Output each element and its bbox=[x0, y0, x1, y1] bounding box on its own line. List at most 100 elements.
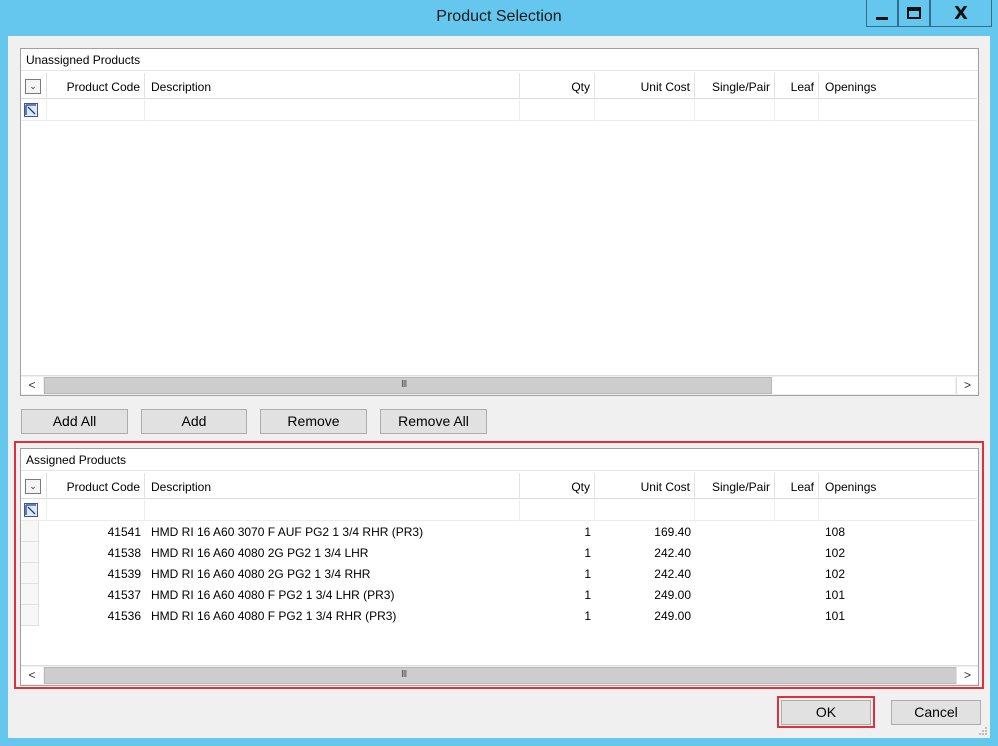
filter-icon[interactable] bbox=[24, 503, 38, 517]
header-product-code[interactable]: Product Code bbox=[47, 473, 145, 499]
window-title: Product Selection bbox=[436, 8, 562, 25]
remove-button[interactable]: Remove bbox=[260, 409, 367, 434]
filter-cell[interactable] bbox=[21, 100, 47, 121]
header-openings[interactable]: Openings bbox=[819, 73, 977, 99]
header-single-pair[interactable]: Single/Pair bbox=[695, 473, 775, 499]
column-chooser-cell: ⌄ bbox=[21, 473, 47, 499]
header-openings[interactable]: Openings bbox=[819, 473, 977, 499]
cell-product-code: 41538 bbox=[107, 546, 141, 560]
filter-qty[interactable] bbox=[520, 100, 595, 121]
assigned-products-title: Assigned Products bbox=[21, 449, 978, 471]
header-qty[interactable]: Qty bbox=[520, 473, 595, 499]
column-chooser-cell: ⌄ bbox=[21, 73, 47, 99]
unassigned-header-row: ⌄ Product Code Description Qty Unit Cost… bbox=[21, 73, 977, 99]
filter-description[interactable] bbox=[145, 500, 520, 521]
add-button[interactable]: Add bbox=[141, 409, 247, 434]
table-row[interactable]: 41541 HMD RI 16 A60 3070 F AUF PG2 1 3/4… bbox=[21, 521, 977, 542]
header-unit-cost[interactable]: Unit Cost bbox=[595, 73, 695, 99]
unassigned-products-title: Unassigned Products bbox=[21, 49, 978, 71]
row-selector[interactable] bbox=[21, 542, 39, 563]
cell-single-pair bbox=[695, 584, 775, 605]
table-row[interactable]: 41537 HMD RI 16 A60 4080 F PG2 1 3/4 LHR… bbox=[21, 584, 977, 605]
cancel-button[interactable]: Cancel bbox=[891, 700, 981, 725]
cell-qty: 1 bbox=[584, 567, 591, 581]
cell-qty: 1 bbox=[584, 546, 591, 560]
filter-description[interactable] bbox=[145, 100, 520, 121]
header-description[interactable]: Description bbox=[145, 473, 520, 499]
add-all-button[interactable]: Add All bbox=[21, 409, 128, 434]
scroll-thumb[interactable]: III bbox=[44, 377, 772, 394]
header-unit-cost[interactable]: Unit Cost bbox=[595, 473, 695, 499]
cell-description: HMD RI 16 A60 3070 F AUF PG2 1 3/4 RHR (… bbox=[151, 525, 424, 539]
row-selector[interactable] bbox=[21, 563, 39, 584]
table-row[interactable]: 41538 HMD RI 16 A60 4080 2G PG2 1 3/4 LH… bbox=[21, 542, 977, 563]
scroll-right-arrow[interactable]: > bbox=[956, 377, 978, 394]
row-selector[interactable] bbox=[21, 521, 39, 542]
header-leaf[interactable]: Leaf bbox=[775, 473, 819, 499]
unassigned-horizontal-scrollbar[interactable]: < III > bbox=[21, 375, 978, 395]
cell-qty: 1 bbox=[584, 609, 591, 623]
title-bar: Product Selection X bbox=[0, 0, 998, 36]
unassigned-products-panel: Unassigned Products ⌄ Product Code Descr… bbox=[20, 48, 979, 396]
cell-single-pair bbox=[695, 563, 775, 584]
cell-unit-cost: 169.40 bbox=[654, 525, 691, 539]
filter-icon[interactable] bbox=[24, 103, 38, 117]
cell-openings: 101 bbox=[825, 609, 846, 623]
ok-button[interactable]: OK bbox=[781, 700, 871, 725]
cell-openings: 108 bbox=[825, 525, 846, 539]
cell-openings: 102 bbox=[825, 567, 846, 581]
scroll-thumb[interactable]: III bbox=[44, 667, 972, 684]
filter-single-pair[interactable] bbox=[695, 500, 775, 521]
cell-leaf bbox=[775, 605, 819, 626]
cell-product-code: 41536 bbox=[107, 609, 141, 623]
header-qty[interactable]: Qty bbox=[520, 73, 595, 99]
header-description[interactable]: Description bbox=[145, 73, 520, 99]
assigned-filter-row bbox=[21, 500, 977, 521]
scroll-left-arrow[interactable]: < bbox=[21, 377, 43, 394]
cell-qty: 1 bbox=[584, 525, 591, 539]
column-chooser-icon[interactable]: ⌄ bbox=[25, 479, 41, 494]
scroll-left-arrow[interactable]: < bbox=[21, 667, 43, 684]
cell-leaf bbox=[775, 584, 819, 605]
cell-leaf bbox=[775, 542, 819, 563]
cell-product-code: 41537 bbox=[107, 588, 141, 602]
unassigned-filter-row bbox=[21, 100, 977, 121]
scroll-track[interactable] bbox=[772, 377, 955, 394]
table-row[interactable]: 41536 HMD RI 16 A60 4080 F PG2 1 3/4 RHR… bbox=[21, 605, 977, 626]
row-selector[interactable] bbox=[21, 605, 39, 626]
filter-product-code[interactable] bbox=[47, 500, 145, 521]
cell-single-pair bbox=[695, 521, 775, 542]
maximize-button[interactable] bbox=[898, 0, 930, 27]
filter-openings[interactable] bbox=[819, 500, 977, 521]
remove-all-button[interactable]: Remove All bbox=[380, 409, 487, 434]
header-single-pair[interactable]: Single/Pair bbox=[695, 73, 775, 99]
filter-product-code[interactable] bbox=[47, 100, 145, 121]
cell-description: HMD RI 16 A60 4080 2G PG2 1 3/4 LHR bbox=[151, 546, 369, 560]
dialog-client-area: Unassigned Products ⌄ Product Code Descr… bbox=[8, 36, 990, 738]
maximize-icon bbox=[907, 7, 921, 19]
minimize-button[interactable] bbox=[866, 0, 898, 27]
table-row[interactable]: 41539 HMD RI 16 A60 4080 2G PG2 1 3/4 RH… bbox=[21, 563, 977, 584]
filter-unit-cost[interactable] bbox=[595, 100, 695, 121]
cell-openings: 101 bbox=[825, 588, 846, 602]
column-chooser-icon[interactable]: ⌄ bbox=[25, 79, 41, 94]
cell-unit-cost: 249.00 bbox=[654, 588, 691, 602]
assigned-horizontal-scrollbar[interactable]: < III > bbox=[21, 665, 978, 685]
resize-grip-icon[interactable] bbox=[978, 726, 988, 736]
row-selector[interactable] bbox=[21, 584, 39, 605]
scroll-right-arrow[interactable]: > bbox=[956, 667, 978, 684]
header-product-code[interactable]: Product Code bbox=[47, 73, 145, 99]
close-button[interactable]: X bbox=[930, 0, 992, 27]
filter-leaf[interactable] bbox=[775, 100, 819, 121]
filter-qty[interactable] bbox=[520, 500, 595, 521]
header-leaf[interactable]: Leaf bbox=[775, 73, 819, 99]
cell-description: HMD RI 16 A60 4080 F PG2 1 3/4 LHR (PR3) bbox=[151, 588, 395, 602]
cell-unit-cost: 249.00 bbox=[654, 609, 691, 623]
filter-cell[interactable] bbox=[21, 500, 47, 521]
filter-single-pair[interactable] bbox=[695, 100, 775, 121]
cell-unit-cost: 242.40 bbox=[654, 567, 691, 581]
cell-unit-cost: 242.40 bbox=[654, 546, 691, 560]
filter-leaf[interactable] bbox=[775, 500, 819, 521]
filter-openings[interactable] bbox=[819, 100, 977, 121]
filter-unit-cost[interactable] bbox=[595, 500, 695, 521]
